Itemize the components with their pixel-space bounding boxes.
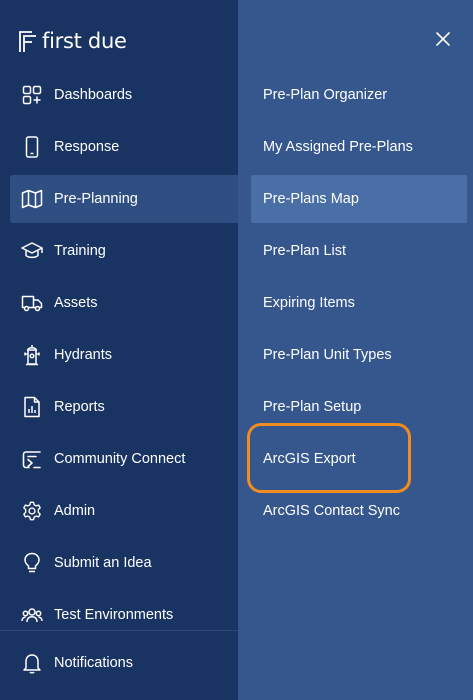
submenu-item-pre-plan-list[interactable]: Pre-Plan List [251,227,467,275]
nav-item-assets[interactable]: Assets [10,279,238,327]
nav-item-response[interactable]: Response [10,123,238,171]
users-group-icon [21,604,43,626]
submenu-item-expiring-items[interactable]: Expiring Items [251,279,467,327]
nav-label: Submit an Idea [54,555,152,571]
dashboard-grid-icon [21,84,43,106]
gear-icon [21,500,43,522]
nav-label: Training [54,243,106,259]
nav-label: Response [54,139,120,155]
nav-item-reports[interactable]: Reports [10,383,238,431]
nav-item-admin[interactable]: Admin [10,487,238,535]
nav-label: Community Connect [54,451,186,467]
map-icon [21,188,43,210]
main-sidebar: first due Dashboards Response Pre-Planni… [0,0,238,700]
nav-label: Pre-Planning [54,191,138,207]
submenu-item-pre-plan-unit-types[interactable]: Pre-Plan Unit Types [251,331,467,379]
close-icon [435,31,451,47]
submenu-item-pre-plan-setup[interactable]: Pre-Plan Setup [251,383,467,431]
nav-item-pre-planning[interactable]: Pre-Planning [10,175,238,223]
nav-item-hydrants[interactable]: Hydrants [10,331,238,379]
lightbulb-icon [21,552,43,574]
brand-name: first due [42,29,127,53]
nav-label: Reports [54,399,105,415]
truck-icon [21,292,43,314]
community-connect-icon [21,448,43,470]
nav-label: Dashboards [54,87,133,103]
hydrant-icon [21,344,43,366]
graduation-cap-icon [21,240,43,262]
submenu-item-pre-plan-organizer[interactable]: Pre-Plan Organizer [251,71,467,119]
submenu-item-pre-plans-map[interactable]: Pre-Plans Map [251,175,467,223]
nav-label: Hydrants [54,347,113,363]
submenu-item-my-assigned-pre-plans[interactable]: My Assigned Pre-Plans [251,123,467,171]
nav-item-notifications[interactable]: Notifications [10,639,238,687]
nav-item-dashboards[interactable]: Dashboards [10,71,238,119]
nav-label: Notifications [54,655,133,671]
nav-item-submit-idea[interactable]: Submit an Idea [10,539,238,587]
nav-label: Test Environments [54,607,174,623]
bell-icon [21,652,43,674]
report-chart-icon [21,396,43,418]
nav-item-community-connect[interactable]: Community Connect [10,435,238,483]
first-due-logo-icon [18,29,38,53]
nav-item-test-environments[interactable]: Test Environments [10,591,238,639]
sidebar-divider [0,630,238,631]
submenu-item-arcgis-export[interactable]: ArcGIS Export [251,435,467,483]
submenu-item-arcgis-contact-sync[interactable]: ArcGIS Contact Sync [251,487,467,535]
close-button[interactable] [432,28,454,50]
mobile-phone-icon [21,136,43,158]
nav-item-training[interactable]: Training [10,227,238,275]
nav-label: Assets [54,295,98,311]
brand-logo[interactable]: first due [18,28,127,54]
nav-label: Admin [54,503,96,519]
